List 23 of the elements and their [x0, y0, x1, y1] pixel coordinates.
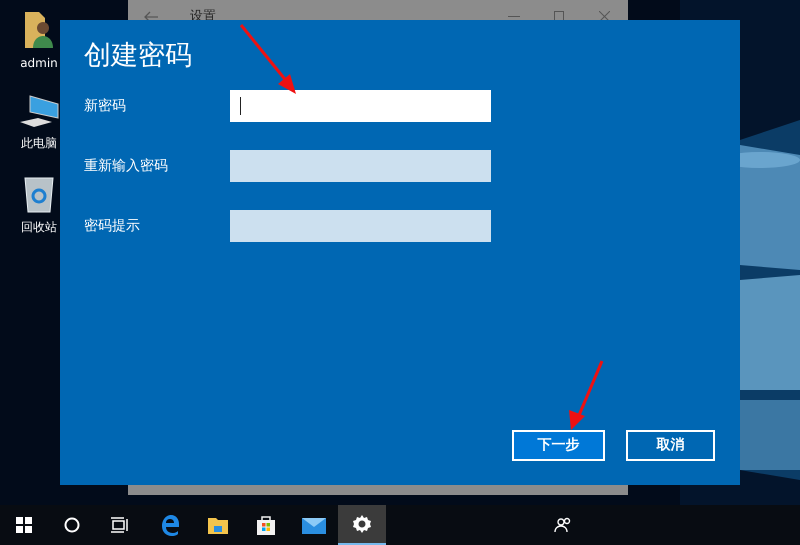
- dialog-button[interactable]: 取消: [626, 430, 715, 461]
- circle-icon: [64, 517, 80, 533]
- password-field[interactable]: [230, 150, 491, 182]
- task-view-icon: [111, 517, 129, 533]
- field-label: 重新输入密码: [84, 156, 169, 176]
- envelope-icon: [302, 516, 326, 534]
- password-field[interactable]: [230, 90, 491, 122]
- computer-icon: [18, 94, 60, 130]
- folder-icon: [207, 515, 229, 535]
- browser-e-icon: [159, 514, 181, 536]
- dialog-button[interactable]: 下一步: [512, 430, 605, 461]
- dialog-title: 创建密码: [84, 39, 192, 73]
- field-label: 密码提示: [84, 216, 141, 236]
- gear-icon: [352, 514, 372, 534]
- taskbar-button[interactable]: [338, 505, 386, 545]
- desktop-icon-label[interactable]: 此电脑: [21, 134, 57, 152]
- desktop-icon-label[interactable]: admin: [20, 54, 58, 72]
- field-label: 新密码: [84, 96, 127, 116]
- shopping-bag-icon: [255, 514, 277, 536]
- windows-logo-icon: [16, 517, 32, 533]
- desktop-icon-label[interactable]: 回收站: [21, 218, 57, 236]
- password-field[interactable]: [230, 210, 491, 242]
- people-icon[interactable]: [554, 517, 572, 533]
